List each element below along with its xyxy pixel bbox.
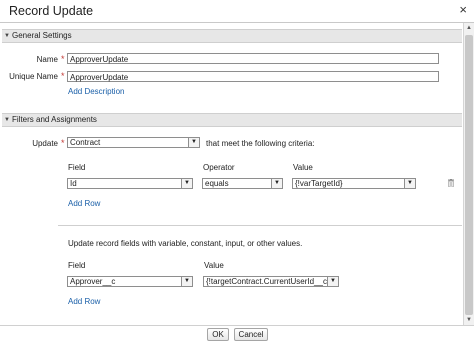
add-filter-row-link[interactable]: Add Row (68, 199, 100, 208)
chevron-down-icon[interactable]: ▼ (327, 277, 338, 286)
assignment-instructions: Update record fields with variable, cons… (68, 239, 303, 248)
required-indicator: * (61, 71, 65, 81)
vertical-scrollbar[interactable]: ▲ ▼ (463, 23, 474, 325)
title-bar: Record Update × (0, 0, 474, 23)
section-title: General Settings (12, 31, 72, 40)
footer-divider (0, 325, 474, 326)
general-settings-header[interactable]: ▼ General Settings (2, 29, 462, 43)
triangle-down-icon: ▼ (4, 33, 10, 39)
assign-field-column-header: Field (68, 261, 86, 270)
scroll-thumb[interactable] (465, 35, 473, 315)
unique-name-label: Unique Name (9, 72, 58, 81)
record-update-dialog: Record Update × ▲ ▼ ▼ General Settings N… (0, 0, 474, 348)
assign-field-select[interactable]: Approver__c ▼ (67, 276, 193, 287)
add-description-link[interactable]: Add Description (68, 87, 124, 96)
filter-field-select[interactable]: Id ▼ (67, 178, 193, 189)
filter-operator-select[interactable]: equals ▼ (202, 178, 283, 189)
assign-value-select[interactable]: {!targetContract.CurrentUserId__c} ▼ (203, 276, 339, 287)
cancel-button[interactable]: Cancel (234, 328, 268, 341)
criteria-text: that meet the following criteria: (206, 139, 315, 148)
update-object-select[interactable]: Contract ▼ (67, 137, 200, 148)
chevron-down-icon[interactable]: ▼ (404, 179, 415, 188)
required-indicator: * (61, 138, 65, 148)
field-column-header: Field (68, 163, 86, 172)
chevron-down-icon[interactable]: ▼ (271, 179, 282, 188)
name-label: Name (36, 55, 58, 64)
ok-button[interactable]: OK (207, 328, 229, 341)
dialog-title: Record Update (9, 4, 94, 18)
value-column-header: Value (293, 163, 313, 172)
chevron-down-icon[interactable]: ▼ (188, 138, 199, 147)
operator-column-header: Operator (203, 163, 235, 172)
update-label: Update (32, 139, 58, 148)
section-title: Filters and Assignments (12, 115, 97, 124)
chevron-down-icon[interactable]: ▼ (181, 179, 192, 188)
name-input[interactable]: ApproverUpdate (67, 53, 439, 64)
section-divider (58, 225, 462, 226)
required-indicator: * (61, 54, 65, 64)
trash-icon[interactable] (448, 179, 454, 187)
close-icon[interactable]: × (459, 2, 467, 18)
filters-assignments-header[interactable]: ▼ Filters and Assignments (2, 113, 462, 127)
scroll-up-icon[interactable]: ▲ (465, 24, 473, 32)
unique-name-input[interactable]: ApproverUpdate (67, 71, 439, 82)
assign-value-column-header: Value (204, 261, 224, 270)
scroll-down-icon[interactable]: ▼ (465, 316, 473, 324)
add-assignment-row-link[interactable]: Add Row (68, 297, 100, 306)
chevron-down-icon[interactable]: ▼ (181, 277, 192, 286)
filter-value-select[interactable]: {!varTargetId} ▼ (292, 178, 416, 189)
triangle-down-icon: ▼ (4, 117, 10, 123)
